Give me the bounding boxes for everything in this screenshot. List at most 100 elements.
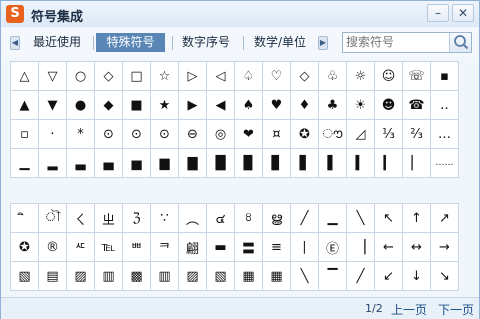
symbol-cell[interactable]: ▄ [95,149,123,178]
symbol-cell[interactable]: ๔ [207,204,235,233]
symbol-cell[interactable]: ⊙ [95,120,123,149]
symbol-cell[interactable]: □ [123,62,151,91]
symbol-cell[interactable]: ▤ [39,262,67,291]
symbol-cell[interactable]: ▊ [263,149,291,178]
symbol-cell[interactable]: ☻ [375,91,403,120]
symbol-cell[interactable]: → [431,233,459,262]
category-prev-arrow-icon[interactable]: ◀ [10,36,20,50]
close-button[interactable]: ✕ [452,4,474,22]
tab-number-sequences[interactable]: 数字序号 [177,33,235,52]
symbol-cell[interactable]: ® [39,233,67,262]
search-input[interactable] [343,33,447,52]
symbol-cell[interactable]: ▬ [207,233,235,262]
symbol-cell[interactable]: ㄑ [67,204,95,233]
symbol-cell[interactable]: ▫ [11,120,39,149]
symbol-cell[interactable]: ♥ [263,91,291,120]
symbol-cell[interactable]: ▼ [39,91,67,120]
symbol-cell[interactable]: ▍ [347,149,375,178]
symbol-cell[interactable]: ▁ [11,149,39,178]
symbol-cell[interactable]: ¤ [263,120,291,149]
symbol-cell[interactable]: ↔ [403,233,431,262]
symbol-cell[interactable]: ╲ [347,204,375,233]
symbol-cell[interactable]: ↙ [375,262,403,291]
symbol-cell[interactable]: ☀ [347,91,375,120]
symbol-cell[interactable]: ᄈ [123,233,151,262]
symbol-cell[interactable]: ℨ [123,204,151,233]
search-button[interactable] [449,33,471,52]
symbol-cell[interactable]: █ [207,149,235,178]
symbol-cell[interactable]: ■ [123,91,151,120]
symbol-cell[interactable]: …… [431,149,459,178]
symbol-cell[interactable]: ◇ [95,62,123,91]
symbol-cell[interactable]: ▲ [11,91,39,120]
symbol-cell[interactable]: ▷ [179,62,207,91]
symbol-cell[interactable]: △ [11,62,39,91]
symbol-cell[interactable]: ↑ [403,204,431,233]
symbol-cell[interactable]: ▕ [347,233,375,262]
symbol-cell[interactable]: ▂ [39,149,67,178]
symbol-cell[interactable]: ▦ [263,262,291,291]
symbol-cell[interactable]: … [431,120,459,149]
symbol-cell[interactable]: ▨ [179,262,207,291]
symbol-cell[interactable]: ╱ [291,204,319,233]
symbol-cell[interactable]: ❤ [235,120,263,149]
symbol-cell[interactable]: ★ [151,91,179,120]
symbol-cell[interactable]: ▉ [235,149,263,178]
symbol-cell[interactable]: ● [67,91,95,120]
symbol-cell[interactable]: ৪ [235,204,263,233]
symbol-cell[interactable]: ▥ [95,262,123,291]
symbol-cell[interactable]: ╱ [347,262,375,291]
symbol-cell[interactable]: ◿ [347,120,375,149]
prev-page-link[interactable]: 上一页 [391,301,427,318]
symbol-cell[interactable]: ◀ [207,91,235,120]
symbol-cell[interactable]: ⊖ [179,120,207,149]
symbol-cell[interactable]: ▔ [319,262,347,291]
symbol-cell[interactable]: · [39,120,67,149]
symbol-cell[interactable]: ↗ [431,204,459,233]
symbol-cell[interactable]: ▌ [319,149,347,178]
symbol-cell[interactable]: ∵ [151,204,179,233]
symbol-cell[interactable]: ‥ [431,91,459,120]
symbol-cell[interactable]: ▇ [179,149,207,178]
next-page-link[interactable]: 下一页 [438,301,474,318]
symbol-cell[interactable]: ▁ [319,204,347,233]
symbol-cell[interactable]: ♣ [319,91,347,120]
symbol-cell[interactable]: ☏ [403,62,431,91]
symbol-cell[interactable]: ◇ [291,62,319,91]
category-next-arrow-icon[interactable]: ▶ [318,36,328,50]
symbol-cell[interactable]: ☼ [347,62,375,91]
title-bar[interactable]: S 符号集成 – ✕ [1,1,479,27]
symbol-cell[interactable]: ♧ [319,62,347,91]
symbol-cell[interactable]: ╲ [291,262,319,291]
symbol-cell[interactable]: ✪ [291,120,319,149]
minimize-button[interactable]: – [427,4,449,22]
symbol-cell[interactable]: ℡ [95,233,123,262]
symbol-cell[interactable]: ○ [67,62,95,91]
symbol-cell[interactable]: ▅ [123,149,151,178]
symbol-cell[interactable]: ൠ [263,204,291,233]
symbol-cell[interactable]: ▦ [235,262,263,291]
symbol-cell[interactable]: ◎ [207,120,235,149]
symbol-cell[interactable]: ⊙ [123,120,151,149]
symbol-cell[interactable]: ▥ [151,262,179,291]
symbol-cell[interactable]: ▨ [67,262,95,291]
symbol-cell[interactable]: ▏ [403,149,431,178]
symbol-cell[interactable]: ← [375,233,403,262]
symbol-cell[interactable]: ᄯ [67,233,95,262]
symbol-cell[interactable]: Ⓔ [319,233,347,262]
symbol-cell[interactable]: ♠ [235,91,263,120]
symbol-cell[interactable]: ♡ [263,62,291,91]
symbol-cell[interactable]: ♦ [291,91,319,120]
symbol-cell[interactable]: ▧ [11,262,39,291]
symbol-cell[interactable]: ∣ [291,233,319,262]
symbol-cell[interactable]: 〓 [235,233,263,262]
symbol-cell[interactable]: ↓ [403,262,431,291]
symbol-cell[interactable]: ◆ [95,91,123,120]
symbol-cell[interactable]: ิ [11,204,39,233]
tab-special-symbols[interactable]: 特殊符号 [96,33,165,52]
symbol-cell[interactable]: ≡ [263,233,291,262]
tab-math-units[interactable]: 数学/单位 [249,33,311,52]
symbol-cell[interactable]: ☎ [403,91,431,120]
symbol-cell[interactable]: ♤ [235,62,263,91]
symbol-cell[interactable]: ⅓ [375,120,403,149]
